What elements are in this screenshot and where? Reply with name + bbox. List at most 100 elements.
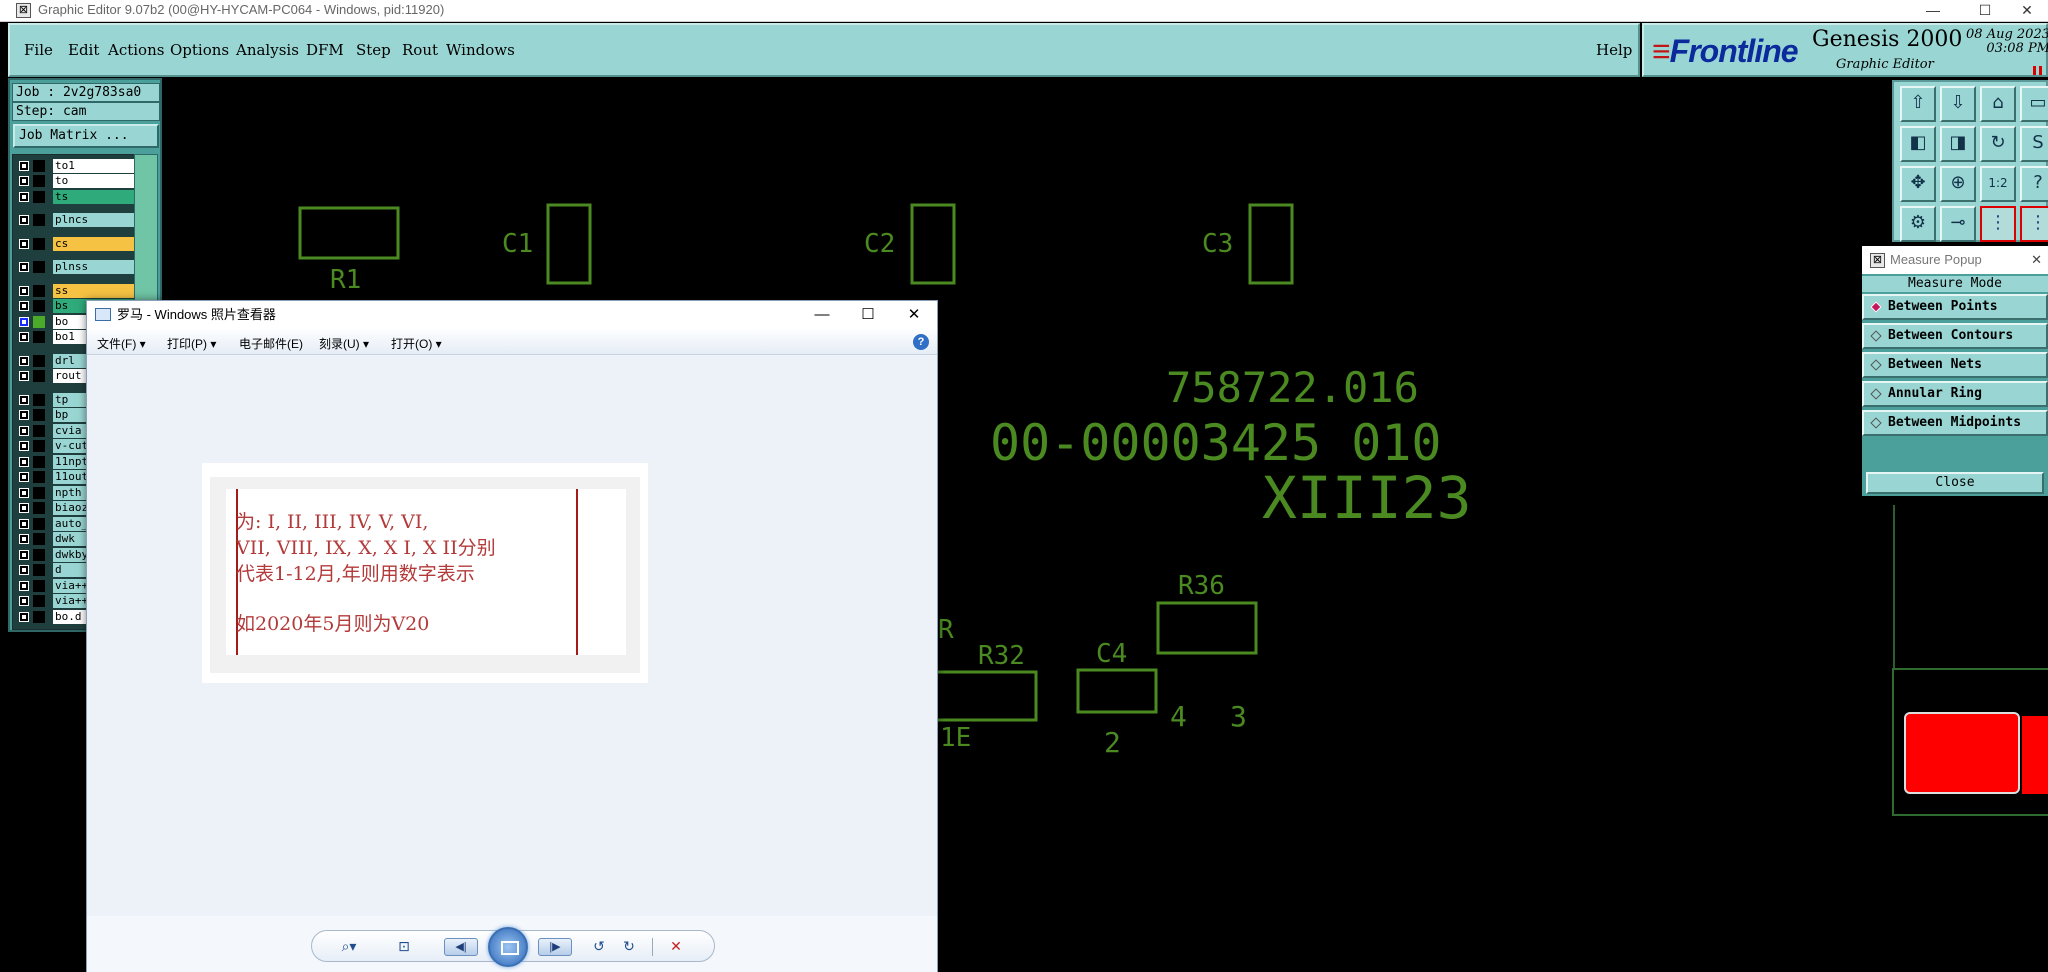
viewer-menu-burn[interactable]: 刻录(U) ▾ xyxy=(319,335,369,352)
measure-close-icon[interactable]: ✕ xyxy=(2031,246,2042,274)
layer-checkbox[interactable] xyxy=(19,161,29,171)
scale-1to2-icon[interactable]: 1:2 xyxy=(1980,166,2016,202)
viewer-menu-email[interactable]: 电子邮件(E) xyxy=(239,335,303,352)
layer-color-swatch[interactable] xyxy=(33,595,45,607)
layer-color-swatch[interactable] xyxy=(33,370,45,382)
pan-left-icon[interactable]: ◧ xyxy=(1900,126,1936,162)
layer-row-plncs[interactable]: plncs xyxy=(13,213,135,227)
layer-row-to1[interactable]: to1 xyxy=(13,159,135,173)
viewer-menu-file[interactable]: 文件(F) ▾ xyxy=(97,335,146,352)
layer-row-cs[interactable]: cs xyxy=(13,237,135,251)
home-icon[interactable]: ⌂ xyxy=(1980,86,2016,122)
close-window-button[interactable]: ✕ xyxy=(2004,0,2048,22)
redraw-icon[interactable]: ↻ xyxy=(1980,126,2016,162)
zoom-home-icon[interactable]: ⇧ xyxy=(1900,86,1936,122)
measure-close-button[interactable]: Close xyxy=(1866,472,2044,494)
net-icon[interactable]: ⋮ xyxy=(1980,206,2016,242)
help-icon[interactable]: ? xyxy=(2020,166,2048,202)
next-icon[interactable]: |▶ xyxy=(538,938,572,956)
layer-color-swatch[interactable] xyxy=(33,518,45,530)
layer-checkbox[interactable] xyxy=(19,356,29,366)
layer-name[interactable]: to1 xyxy=(53,159,135,173)
previous-icon[interactable]: ◀| xyxy=(444,938,478,956)
layer-name[interactable]: plnss xyxy=(53,260,135,274)
rotate-left-icon[interactable]: ↺ xyxy=(588,937,610,957)
menu-help[interactable]: Help xyxy=(1596,41,1632,59)
layer-checkbox[interactable] xyxy=(19,317,29,327)
menu-windows[interactable]: Windows xyxy=(446,41,515,59)
zoom-out-icon[interactable]: ⊕ xyxy=(1940,166,1976,202)
layer-checkbox[interactable] xyxy=(19,332,29,342)
layer-checkbox[interactable] xyxy=(19,534,29,544)
layer-checkbox[interactable] xyxy=(19,457,29,467)
layer-row-to[interactable]: to xyxy=(13,174,135,188)
rotate-right-icon[interactable]: ↻ xyxy=(618,937,640,957)
layer-name[interactable]: ss xyxy=(53,284,135,298)
layer-color-swatch[interactable] xyxy=(33,502,45,514)
viewer-help-icon[interactable]: ? xyxy=(913,334,929,350)
layer-checkbox[interactable] xyxy=(19,262,29,272)
menu-rout[interactable]: Rout xyxy=(402,41,438,59)
layer-color-swatch[interactable] xyxy=(33,300,45,312)
menu-analysis[interactable]: Analysis xyxy=(236,41,299,59)
layer-checkbox[interactable] xyxy=(19,410,29,420)
snap-icon[interactable]: S xyxy=(2020,126,2048,162)
zoom-fit-icon[interactable]: ⇩ xyxy=(1940,86,1976,122)
layer-name[interactable]: cs xyxy=(53,237,135,251)
layer-checkbox[interactable] xyxy=(19,301,29,311)
option-between-nets[interactable]: Between Nets xyxy=(1862,352,2048,378)
option-between-contours[interactable]: Between Contours xyxy=(1862,323,2048,349)
layer-name[interactable]: to xyxy=(53,174,135,188)
layer-color-swatch[interactable] xyxy=(33,549,45,561)
layer-row-ss[interactable]: ss xyxy=(13,284,135,298)
menu-dfm[interactable]: DFM xyxy=(306,41,344,59)
layer-checkbox[interactable] xyxy=(19,192,29,202)
zoom-in-icon[interactable]: ✥ xyxy=(1900,166,1936,202)
layer-row-plnss[interactable]: plnss xyxy=(13,260,135,274)
layer-color-swatch[interactable] xyxy=(33,175,45,187)
option-between-points[interactable]: Between Points xyxy=(1862,294,2048,320)
photo-viewer-titlebar[interactable]: 罗马 - Windows 照片查看器 — ☐ ✕ xyxy=(87,301,937,329)
menu-options[interactable]: Options xyxy=(170,41,229,59)
layer-color-swatch[interactable] xyxy=(33,440,45,452)
layer-name[interactable]: ts xyxy=(53,190,135,204)
layer-row-ts[interactable]: ts xyxy=(13,190,135,204)
layer-color-swatch[interactable] xyxy=(33,394,45,406)
layer-checkbox[interactable] xyxy=(19,503,29,513)
layer-checkbox[interactable] xyxy=(19,426,29,436)
maximize-button[interactable]: ☐ xyxy=(1962,0,2008,22)
fit-icon[interactable]: ⊡ xyxy=(392,937,416,957)
layer-color-swatch[interactable] xyxy=(33,487,45,499)
viewer-close-button[interactable]: ✕ xyxy=(891,301,937,329)
delete-icon[interactable]: ✕ xyxy=(664,937,688,957)
window-icon[interactable]: ▭ xyxy=(2020,86,2048,122)
menu-step[interactable]: Step xyxy=(356,41,391,59)
layer-checkbox[interactable] xyxy=(19,519,29,529)
layer-color-swatch[interactable] xyxy=(33,238,45,250)
viewer-minimize-button[interactable]: — xyxy=(799,301,845,329)
layer-checkbox[interactable] xyxy=(19,371,29,381)
net2-icon[interactable]: ⋮ xyxy=(2020,206,2048,242)
layer-checkbox[interactable] xyxy=(19,581,29,591)
measure-icon[interactable]: ⊸ xyxy=(1940,206,1976,242)
menu-edit[interactable]: Edit xyxy=(68,41,99,59)
option-between-midpoints[interactable]: Between Midpoints xyxy=(1862,410,2048,436)
layer-color-swatch[interactable] xyxy=(33,533,45,545)
layer-color-swatch[interactable] xyxy=(33,471,45,483)
layer-checkbox[interactable] xyxy=(19,488,29,498)
viewer-maximize-button[interactable]: ☐ xyxy=(845,301,891,329)
slideshow-icon[interactable] xyxy=(488,927,528,967)
layer-checkbox[interactable] xyxy=(19,550,29,560)
highlighted-pad[interactable] xyxy=(1904,712,2020,794)
layer-color-swatch[interactable] xyxy=(33,191,45,203)
layer-checkbox[interactable] xyxy=(19,565,29,575)
menu-file[interactable]: File xyxy=(24,41,53,59)
layer-color-swatch[interactable] xyxy=(33,160,45,172)
layer-checkbox[interactable] xyxy=(19,239,29,249)
option-annular-ring[interactable]: Annular Ring xyxy=(1862,381,2048,407)
layer-color-swatch[interactable] xyxy=(33,611,45,623)
layer-checkbox[interactable] xyxy=(19,215,29,225)
layer-color-swatch[interactable] xyxy=(33,355,45,367)
layer-checkbox[interactable] xyxy=(19,472,29,482)
layer-checkbox[interactable] xyxy=(19,395,29,405)
